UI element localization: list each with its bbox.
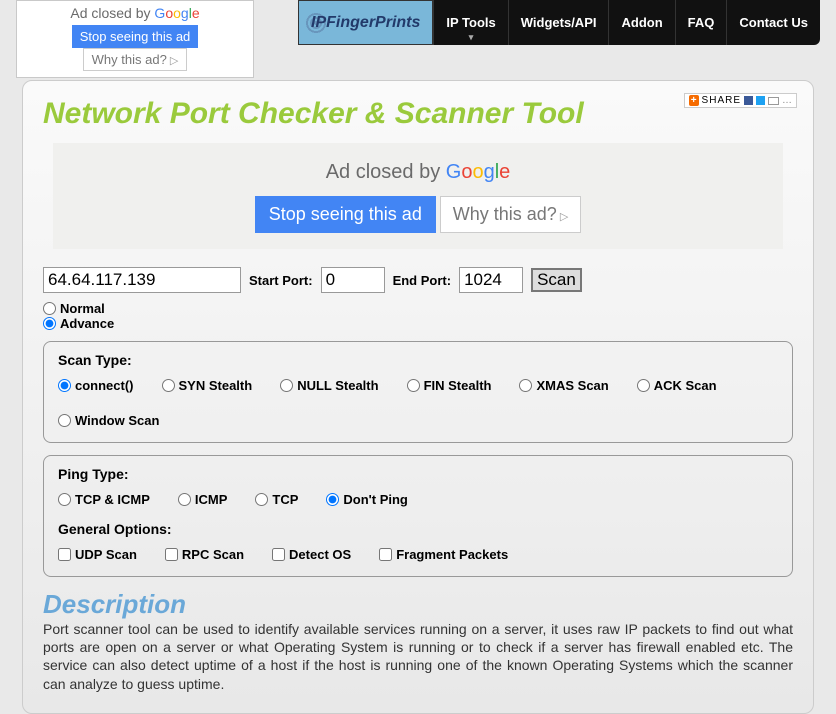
share-more-icon: … — [782, 95, 792, 106]
page-title: Network Port Checker & Scanner Tool — [43, 97, 793, 131]
general-checkbox[interactable] — [379, 548, 392, 561]
ping-type-label: TCP — [272, 492, 298, 507]
scan-type-ack-scan[interactable]: ACK Scan — [637, 378, 717, 393]
ping-type-icmp[interactable]: ICMP — [178, 492, 228, 507]
stop-seeing-ad-button[interactable]: Stop seeing this ad — [72, 25, 199, 48]
ip-input[interactable] — [43, 267, 241, 293]
share-badge[interactable]: + SHARE … — [684, 93, 797, 108]
scan-type-radio[interactable] — [519, 379, 532, 392]
inner-ad-closed-prefix: Ad closed by — [326, 161, 446, 183]
ping-type-title: Ping Type: — [58, 466, 778, 482]
mode-advance[interactable]: Advance — [43, 316, 783, 331]
general-label: RPC Scan — [182, 547, 244, 562]
general-options-title: General Options: — [58, 521, 778, 537]
inner-google-logo-text: Google — [446, 161, 511, 183]
general-checkbox[interactable] — [165, 548, 178, 561]
scan-type-group: Scan Type: connect() SYN Stealth NULL St… — [43, 341, 793, 443]
scan-type-label: connect() — [75, 378, 134, 393]
scan-type-radio[interactable] — [280, 379, 293, 392]
ad-closed-prefix: Ad closed by — [70, 5, 154, 21]
mode-normal-radio[interactable] — [43, 302, 56, 315]
scan-type-fin-stealth[interactable]: FIN Stealth — [407, 378, 492, 393]
scan-type-radio[interactable] — [407, 379, 420, 392]
nav-ip-tools[interactable]: IP Tools — [433, 0, 507, 45]
scan-type-connect-[interactable]: connect() — [58, 378, 134, 393]
inner-ad-closed-label: Ad closed by Google — [326, 159, 511, 188]
email-icon — [768, 97, 779, 105]
ping-type-radio[interactable] — [255, 493, 268, 506]
scan-type-window-scan[interactable]: Window Scan — [58, 413, 159, 428]
general-label: Fragment Packets — [396, 547, 508, 562]
scan-form-row: Start Port: End Port: Scan — [43, 267, 793, 293]
ping-type-label: TCP & ICMP — [75, 492, 150, 507]
ping-type-tcp-icmp[interactable]: TCP & ICMP — [58, 492, 150, 507]
top-ad-panel: Ad closed by Google Stop seeing this ad … — [16, 0, 254, 78]
mode-row: Normal Advance — [43, 301, 793, 331]
scan-type-syn-stealth[interactable]: SYN Stealth — [162, 378, 253, 393]
ping-type-radio[interactable] — [178, 493, 191, 506]
general-udp-scan[interactable]: UDP Scan — [58, 547, 137, 562]
ping-type-don-t-ping[interactable]: Don't Ping — [326, 492, 407, 507]
share-label: SHARE — [702, 95, 741, 106]
nav-faq[interactable]: FAQ — [675, 0, 727, 45]
inner-ad-panel: Ad closed by Google Stop seeing this ad … — [53, 143, 783, 249]
why-this-ad-button[interactable]: Why this ad? — [83, 48, 188, 71]
ping-type-options: TCP & ICMP ICMP TCP Don't Ping — [58, 492, 778, 507]
general-rpc-scan[interactable]: RPC Scan — [165, 547, 244, 562]
scan-type-label: ACK Scan — [654, 378, 717, 393]
scan-type-label: XMAS Scan — [536, 378, 608, 393]
general-options: UDP Scan RPC Scan Detect OS Fragment Pac… — [58, 547, 778, 562]
general-checkbox[interactable] — [272, 548, 285, 561]
ping-general-group: Ping Type: TCP & ICMP ICMP TCP Don't Pin… — [43, 455, 793, 577]
scan-type-label: Window Scan — [75, 413, 159, 428]
ping-type-label: Don't Ping — [343, 492, 407, 507]
general-fragment-packets[interactable]: Fragment Packets — [379, 547, 508, 562]
main-card: Network Port Checker & Scanner Tool + SH… — [22, 80, 814, 714]
scan-type-label: FIN Stealth — [424, 378, 492, 393]
end-port-input[interactable] — [459, 267, 523, 293]
google-logo-text: Google — [154, 5, 199, 21]
twitter-icon — [756, 96, 765, 105]
scan-button[interactable]: Scan — [531, 268, 582, 292]
scan-type-radio[interactable] — [637, 379, 650, 392]
description-heading: Description — [43, 589, 793, 620]
general-detect-os[interactable]: Detect OS — [272, 547, 351, 562]
ping-type-radio[interactable] — [58, 493, 71, 506]
scan-type-options: connect() SYN Stealth NULL Stealth FIN S… — [58, 378, 778, 428]
mode-normal[interactable]: Normal — [43, 301, 783, 316]
ad-closed-label: Ad closed by Google — [70, 3, 199, 25]
start-port-label: Start Port: — [249, 273, 313, 288]
mode-advance-label: Advance — [60, 316, 114, 331]
inner-why-this-ad-button[interactable]: Why this ad? — [440, 196, 582, 233]
facebook-icon — [744, 96, 753, 105]
nav-addon[interactable]: Addon — [608, 0, 674, 45]
general-checkbox[interactable] — [58, 548, 71, 561]
start-port-input[interactable] — [321, 267, 385, 293]
scan-type-radio[interactable] — [162, 379, 175, 392]
ping-type-radio[interactable] — [326, 493, 339, 506]
nav-widgets-api[interactable]: Widgets/API — [508, 0, 609, 45]
general-label: UDP Scan — [75, 547, 137, 562]
scan-type-title: Scan Type: — [58, 352, 778, 368]
scan-type-radio[interactable] — [58, 379, 71, 392]
scan-type-label: NULL Stealth — [297, 378, 378, 393]
scan-type-label: SYN Stealth — [179, 378, 253, 393]
inner-stop-seeing-ad-button[interactable]: Stop seeing this ad — [255, 196, 436, 233]
share-plus-icon: + — [689, 95, 699, 106]
scan-type-xmas-scan[interactable]: XMAS Scan — [519, 378, 608, 393]
description-text: Port scanner tool can be used to identif… — [43, 620, 793, 693]
mode-advance-radio[interactable] — [43, 317, 56, 330]
nav-contact-us[interactable]: Contact Us — [726, 0, 820, 45]
mode-normal-label: Normal — [60, 301, 105, 316]
main-navbar: IPFingerPrints IP Tools Widgets/API Addo… — [298, 0, 820, 45]
general-label: Detect OS — [289, 547, 351, 562]
site-logo[interactable]: IPFingerPrints — [298, 0, 433, 45]
ping-type-label: ICMP — [195, 492, 228, 507]
ping-type-tcp[interactable]: TCP — [255, 492, 298, 507]
scan-type-radio[interactable] — [58, 414, 71, 427]
scan-type-null-stealth[interactable]: NULL Stealth — [280, 378, 378, 393]
end-port-label: End Port: — [393, 273, 452, 288]
